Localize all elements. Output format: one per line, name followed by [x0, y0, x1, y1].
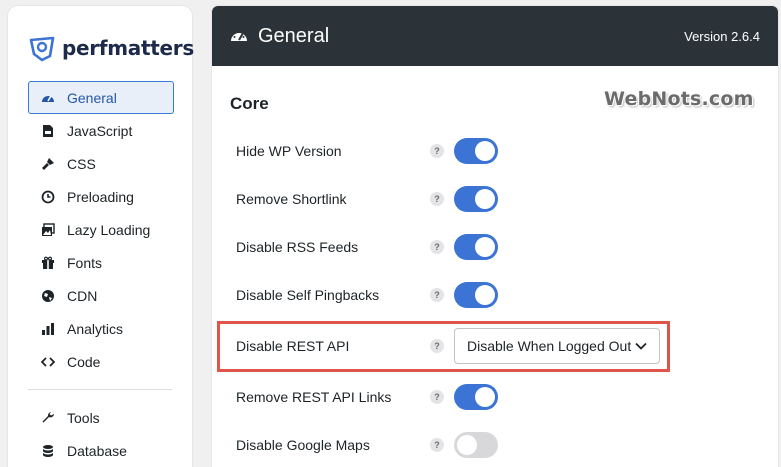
bar-chart-icon [41, 322, 55, 336]
disable-self-pingbacks-toggle[interactable] [454, 282, 498, 308]
help-icon[interactable]: ? [430, 288, 444, 302]
select-value: Disable When Logged Out [467, 338, 632, 354]
sidebar-item-tools[interactable]: Tools [28, 401, 174, 434]
hide-wp-version-toggle[interactable] [454, 138, 498, 164]
disable-rest-api-select[interactable]: Disable When Logged Out [454, 328, 660, 364]
toggle-knob [475, 141, 495, 161]
sidebar-item-general[interactable]: General [28, 81, 174, 114]
option-row-disable-self-pingbacks: Disable Self Pingbacks ? [236, 280, 756, 310]
option-label: Disable Google Maps [236, 437, 370, 453]
sidebar-item-label: CDN [67, 287, 98, 304]
sidebar-item-label: Database [67, 442, 127, 459]
help-icon[interactable]: ? [430, 192, 444, 206]
dashboard-icon [231, 31, 247, 41]
sidebar-item-label: General [67, 89, 117, 106]
sidebar-item-code[interactable]: Code [28, 345, 174, 378]
toggle-knob [475, 285, 495, 305]
perfmatters-logo-icon [29, 36, 55, 62]
brand-name: perfmatters [62, 36, 194, 60]
option-row-disable-rest-api: Disable REST API ? Disable When Logged O… [236, 328, 756, 364]
option-label: Disable Self Pingbacks [236, 287, 380, 303]
clock-icon [41, 190, 55, 204]
sidebar-item-css[interactable]: CSS [28, 147, 174, 180]
help-icon[interactable]: ? [430, 144, 444, 158]
option-row-remove-rest-api-links: Remove REST API Links ? [236, 382, 756, 412]
main-panel: General Version 2.6.4 Core WebNots.com H… [212, 6, 778, 467]
sidebar-item-lazy-loading[interactable]: Lazy Loading [28, 213, 174, 246]
option-label: Disable REST API [236, 338, 350, 354]
help-icon[interactable]: ? [430, 390, 444, 404]
toggle-knob [457, 435, 477, 455]
remove-rest-api-links-toggle[interactable] [454, 384, 498, 410]
option-label: Remove REST API Links [236, 389, 392, 405]
watermark: WebNots.com [604, 88, 754, 110]
help-icon[interactable]: ? [430, 438, 444, 452]
option-label: Remove Shortlink [236, 191, 347, 207]
wrench-icon [41, 411, 55, 425]
sidebar-item-label: JavaScript [67, 122, 133, 139]
sidebar-item-label: CSS [67, 155, 96, 172]
sidebar-item-cdn[interactable]: CDN [28, 279, 174, 312]
toggle-knob [475, 387, 495, 407]
sidebar-item-analytics[interactable]: Analytics [28, 312, 174, 345]
page-header: General Version 2.6.4 [212, 6, 778, 66]
option-row-disable-rss-feeds: Disable RSS Feeds ? [236, 232, 756, 262]
disable-rss-feeds-toggle[interactable] [454, 234, 498, 260]
sidebar-item-label: Preloading [67, 188, 134, 205]
sidebar-divider [28, 389, 172, 390]
toggle-knob [475, 237, 495, 257]
help-icon[interactable]: ? [430, 240, 444, 254]
sidebar: perfmatters General JavaScript CSS Prelo… [8, 6, 194, 467]
sidebar-item-label: Fonts [67, 254, 103, 271]
sidebar-item-label: Analytics [67, 320, 124, 337]
javascript-file-icon [41, 124, 55, 138]
disable-google-maps-toggle[interactable] [454, 432, 498, 458]
section-title: Core [230, 94, 269, 113]
code-icon [41, 355, 55, 369]
sidebar-item-fonts[interactable]: Fonts [28, 246, 174, 279]
option-label: Hide WP Version [236, 143, 342, 159]
sidebar-item-label: Code [67, 353, 101, 370]
option-label: Disable RSS Feeds [236, 239, 359, 255]
page-title: General [258, 24, 330, 47]
brand-logo[interactable]: perfmatters [28, 32, 194, 64]
remove-shortlink-toggle[interactable] [454, 186, 498, 212]
option-row-remove-shortlink: Remove Shortlink ? [236, 184, 756, 214]
database-icon [41, 444, 55, 458]
sidebar-item-label: Lazy Loading [67, 221, 151, 238]
sidebar-item-database[interactable]: Database [28, 434, 174, 467]
option-row-disable-google-maps: Disable Google Maps ? [236, 430, 756, 460]
brush-icon [41, 157, 55, 171]
gift-icon [41, 256, 55, 270]
sidebar-nav: General JavaScript CSS Preloading Lazy L… [28, 81, 174, 467]
globe-icon [41, 289, 55, 303]
help-icon[interactable]: ? [430, 339, 444, 353]
option-row-hide-wp-version: Hide WP Version ? [236, 136, 756, 166]
sidebar-item-preloading[interactable]: Preloading [28, 180, 174, 213]
toggle-knob [475, 189, 495, 209]
sidebar-item-javascript[interactable]: JavaScript [28, 114, 174, 147]
app-root: perfmatters General JavaScript CSS Prelo… [0, 0, 781, 467]
chevron-down-icon [635, 342, 647, 350]
sidebar-item-label: Tools [67, 409, 100, 426]
dashboard-icon [41, 91, 55, 105]
version-label: Version 2.6.4 [684, 28, 760, 44]
images-icon [41, 222, 55, 237]
